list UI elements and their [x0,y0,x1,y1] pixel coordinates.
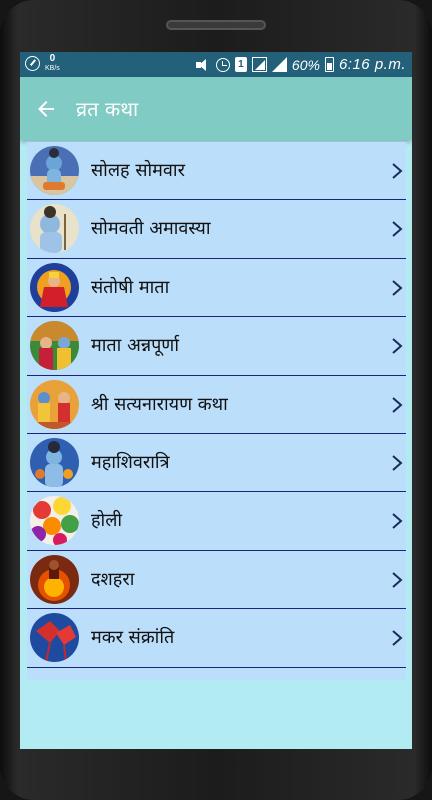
battery-icon [324,57,334,72]
list-item-label: सोमवती अमावस्या [91,218,211,240]
list-item-label: सोलह सोमवार [91,160,185,181]
list-item-label: संतोषी माता [91,276,170,298]
screen: 0 KB/s 1 60% 6:16 p.m. व्रत कथा सोलह सोम… [20,52,412,749]
chevron-right-icon [392,571,403,588]
network-speed-unit: KB/s [45,65,60,72]
list-item-label: श्री सत्यनारायण कथा [91,393,228,415]
chevron-right-icon [392,513,403,530]
phone-frame: 0 KB/s 1 60% 6:16 p.m. व्रत कथा सोलह सोम… [0,0,432,800]
network-speed: 0 KB/s [45,54,60,74]
list-item-dussehra[interactable]: दशहरा [27,551,406,610]
sim2-signal-icon [251,57,267,72]
list-item-satyanarayan-katha[interactable]: श्री सत्यनारायण कथा [27,376,406,434]
list-item-somvati-amavasya[interactable]: सोमवती अमावस्या [27,200,406,259]
shiva-image [30,437,79,487]
list-item-mahashivratri[interactable]: महाशिवरात्रि [27,434,406,493]
chevron-right-icon [392,280,403,296]
vrat-katha-list: सोलह सोमवार सोमवती अमावस्या संतोषी माता … [27,142,406,680]
status-bar: 0 KB/s 1 60% 6:16 p.m. [20,52,412,77]
chevron-right-icon [392,163,403,179]
satyanarayan-image [30,379,79,429]
list-item-makar-sankranti[interactable]: मकर संक्रांति [27,609,406,668]
chevron-right-icon [392,221,403,238]
list-item-label: होली [91,510,123,532]
shiva-image [30,146,79,195]
list-item-label: महाशिवरात्रि [91,451,170,473]
list-item-solah-somvar[interactable]: सोलह सोमवार [27,142,406,201]
list-item-label: दशहरा [91,568,135,590]
santoshi-mata-image [30,262,79,312]
chevron-right-icon [392,338,403,354]
page-title: व्रत कथा [76,97,139,121]
chevron-right-icon [392,455,403,471]
speedometer-icon [25,56,40,71]
battery-percent: 60% [291,56,320,73]
shiva-image [30,204,79,254]
status-icons: 1 60% 6:16 p.m. [195,55,406,74]
arrow-left-icon[interactable] [34,97,58,121]
holi-colors-image [30,496,79,546]
network-speed-value: 0 [49,53,56,64]
alarm-icon [215,57,230,72]
list-item-label: मकर संक्रांति [91,627,175,649]
sim1-icon: 1 [234,57,247,72]
list-item-mata-annapurna[interactable]: माता अन्नपूर्णा [27,317,406,376]
dussehra-image [30,554,79,604]
chevron-right-icon [392,630,403,646]
list-item-santoshi-mata[interactable]: संतोषी माता [27,259,406,318]
signal-icon [271,57,287,72]
chevron-right-icon [392,396,403,413]
earpiece-speaker [166,20,266,30]
app-bar: व्रत कथा [20,77,412,140]
clock: 6:16 p.m. [338,56,406,73]
kites-image [30,613,79,663]
annapurna-image [30,321,79,371]
mute-icon [195,58,211,72]
list-item-label: माता अन्नपूर्णा [91,335,179,357]
list-item-holi[interactable]: होली [27,492,406,551]
